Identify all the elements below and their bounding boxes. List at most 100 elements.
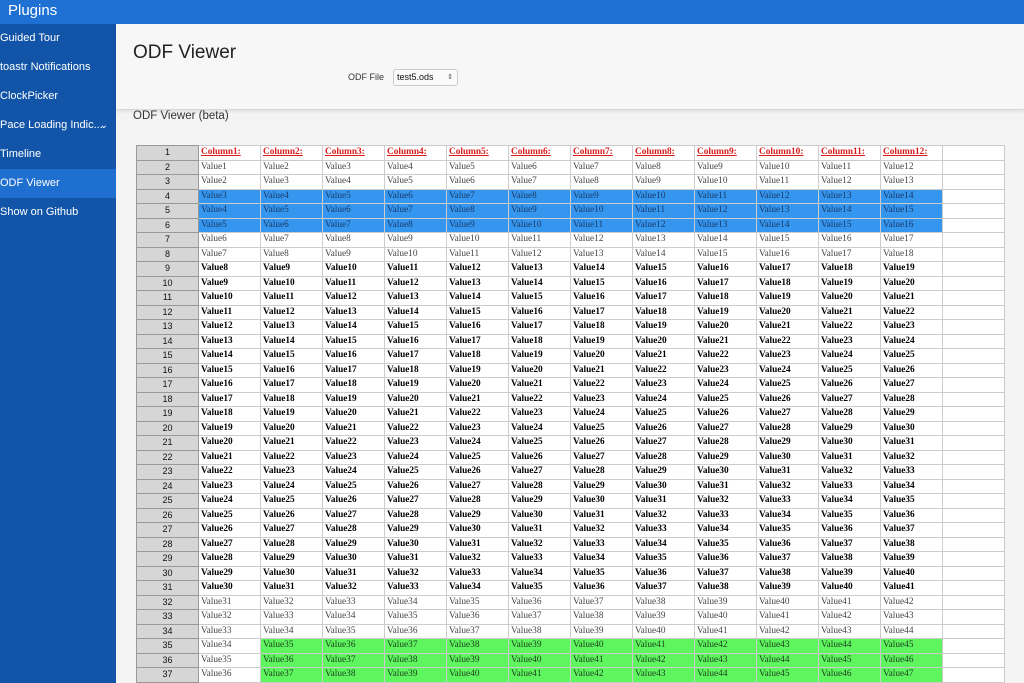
table-cell[interactable]: Value41 xyxy=(756,609,819,625)
table-cell[interactable]: Value3 xyxy=(322,159,385,175)
table-cell[interactable]: Value16 xyxy=(260,362,323,378)
table-cell[interactable]: Value22 xyxy=(260,449,323,465)
table-cell[interactable]: Value42 xyxy=(880,594,943,610)
table-cell[interactable]: Value26 xyxy=(818,377,881,393)
table-cell[interactable]: Value44 xyxy=(880,623,943,639)
table-cell[interactable]: Value12 xyxy=(198,319,261,335)
table-cell[interactable]: Value32 xyxy=(756,478,819,494)
table-cell[interactable]: Value20 xyxy=(446,377,509,393)
table-cell[interactable]: Value9 xyxy=(322,246,385,262)
table-cell[interactable]: Value35 xyxy=(570,565,633,581)
table-cell[interactable]: Value28 xyxy=(198,551,261,567)
table-cell[interactable]: Value5 xyxy=(446,159,509,175)
table-cell[interactable]: Value35 xyxy=(508,580,571,596)
table-cell[interactable]: Value7 xyxy=(322,217,385,233)
table-cell[interactable]: Value35 xyxy=(260,638,323,654)
table-cell[interactable]: Value39 xyxy=(570,623,633,639)
table-cell[interactable]: Value8 xyxy=(632,159,695,175)
table-cell[interactable]: Value13 xyxy=(756,203,819,219)
table-cell[interactable]: Value24 xyxy=(260,478,323,494)
table-cell[interactable]: Value47 xyxy=(880,667,943,683)
table-cell[interactable]: Value16 xyxy=(508,304,571,320)
table-cell[interactable]: Value7 xyxy=(260,232,323,248)
table-cell[interactable]: Value22 xyxy=(198,464,261,480)
table-cell[interactable]: Value30 xyxy=(756,449,819,465)
table-cell[interactable]: Value24 xyxy=(818,348,881,364)
table-cell[interactable]: Value27 xyxy=(818,391,881,407)
table-cell[interactable]: Value24 xyxy=(632,391,695,407)
table-cell[interactable]: Value28 xyxy=(260,536,323,552)
table-cell[interactable]: Value11 xyxy=(198,304,261,320)
table-cell[interactable]: Value18 xyxy=(694,290,757,306)
table-cell[interactable]: Value29 xyxy=(756,435,819,451)
table-cell[interactable]: Value35 xyxy=(880,493,943,509)
table-cell[interactable]: Value33 xyxy=(632,522,695,538)
table-cell[interactable]: Value14 xyxy=(756,217,819,233)
sidebar-item-clockpicker[interactable]: ClockPicker xyxy=(0,82,116,111)
table-cell[interactable]: Value34 xyxy=(260,623,323,639)
table-cell[interactable]: Value20 xyxy=(384,391,447,407)
column-header[interactable]: Column6: xyxy=(508,145,571,161)
table-cell[interactable]: Value15 xyxy=(384,319,447,335)
table-cell[interactable]: Value20 xyxy=(508,362,571,378)
table-cell[interactable]: Value42 xyxy=(694,638,757,654)
table-cell[interactable]: Value30 xyxy=(880,420,943,436)
table-cell[interactable]: Value19 xyxy=(880,261,943,277)
table-cell[interactable]: Value13 xyxy=(322,304,385,320)
table-cell[interactable]: Value2 xyxy=(260,159,323,175)
table-cell[interactable]: Value39 xyxy=(384,667,447,683)
table-cell[interactable]: Value32 xyxy=(508,536,571,552)
table-cell[interactable]: Value10 xyxy=(632,188,695,204)
table-cell[interactable]: Value30 xyxy=(322,551,385,567)
table-cell[interactable]: Value29 xyxy=(632,464,695,480)
table-cell[interactable]: Value31 xyxy=(818,449,881,465)
table-cell[interactable]: Value8 xyxy=(508,188,571,204)
table-cell[interactable]: Value35 xyxy=(756,522,819,538)
table-cell[interactable]: Value12 xyxy=(384,275,447,291)
table-cell[interactable]: Value7 xyxy=(570,159,633,175)
table-cell[interactable]: Value15 xyxy=(570,275,633,291)
table-cell[interactable]: Value17 xyxy=(260,377,323,393)
table-cell[interactable]: Value21 xyxy=(694,333,757,349)
table-cell[interactable]: Value33 xyxy=(570,536,633,552)
table-cell[interactable]: Value26 xyxy=(446,464,509,480)
table-cell[interactable]: Value16 xyxy=(384,333,447,349)
table-cell[interactable]: Value32 xyxy=(198,609,261,625)
table-cell[interactable]: Value26 xyxy=(198,522,261,538)
table-cell[interactable]: Value17 xyxy=(446,333,509,349)
table-cell[interactable]: Value25 xyxy=(570,420,633,436)
table-cell[interactable]: Value32 xyxy=(322,580,385,596)
table-cell[interactable]: Value37 xyxy=(260,667,323,683)
table-cell[interactable]: Value20 xyxy=(694,319,757,335)
table-cell[interactable]: Value33 xyxy=(880,464,943,480)
table-cell[interactable]: Value26 xyxy=(632,420,695,436)
table-cell[interactable]: Value41 xyxy=(508,667,571,683)
table-cell[interactable]: Value12 xyxy=(570,232,633,248)
table-cell[interactable]: Value40 xyxy=(446,667,509,683)
table-cell[interactable]: Value12 xyxy=(508,246,571,262)
table-cell[interactable]: Value23 xyxy=(508,406,571,422)
table-cell[interactable]: Value16 xyxy=(818,232,881,248)
table-cell[interactable]: Value39 xyxy=(756,580,819,596)
table-cell[interactable]: Value40 xyxy=(694,609,757,625)
table-cell[interactable]: Value9 xyxy=(570,188,633,204)
table-cell[interactable]: Value40 xyxy=(508,652,571,668)
table-cell[interactable]: Value11 xyxy=(818,159,881,175)
column-header[interactable]: Column7: xyxy=(570,145,633,161)
table-cell[interactable]: Value43 xyxy=(818,623,881,639)
table-cell[interactable]: Value30 xyxy=(694,464,757,480)
table-cell[interactable]: Value10 xyxy=(508,217,571,233)
table-cell[interactable]: Value28 xyxy=(508,478,571,494)
table-cell[interactable]: Value3 xyxy=(260,174,323,190)
table-cell[interactable]: Value19 xyxy=(260,406,323,422)
table-cell[interactable]: Value7 xyxy=(508,174,571,190)
table-cell[interactable]: Value17 xyxy=(570,304,633,320)
table-cell[interactable]: Value13 xyxy=(880,174,943,190)
table-cell[interactable]: Value32 xyxy=(694,493,757,509)
table-cell[interactable]: Value36 xyxy=(818,522,881,538)
table-cell[interactable]: Value31 xyxy=(508,522,571,538)
table-cell[interactable]: Value11 xyxy=(322,275,385,291)
table-cell[interactable]: Value15 xyxy=(260,348,323,364)
table-cell[interactable]: Value22 xyxy=(508,391,571,407)
table-cell[interactable]: Value28 xyxy=(756,420,819,436)
